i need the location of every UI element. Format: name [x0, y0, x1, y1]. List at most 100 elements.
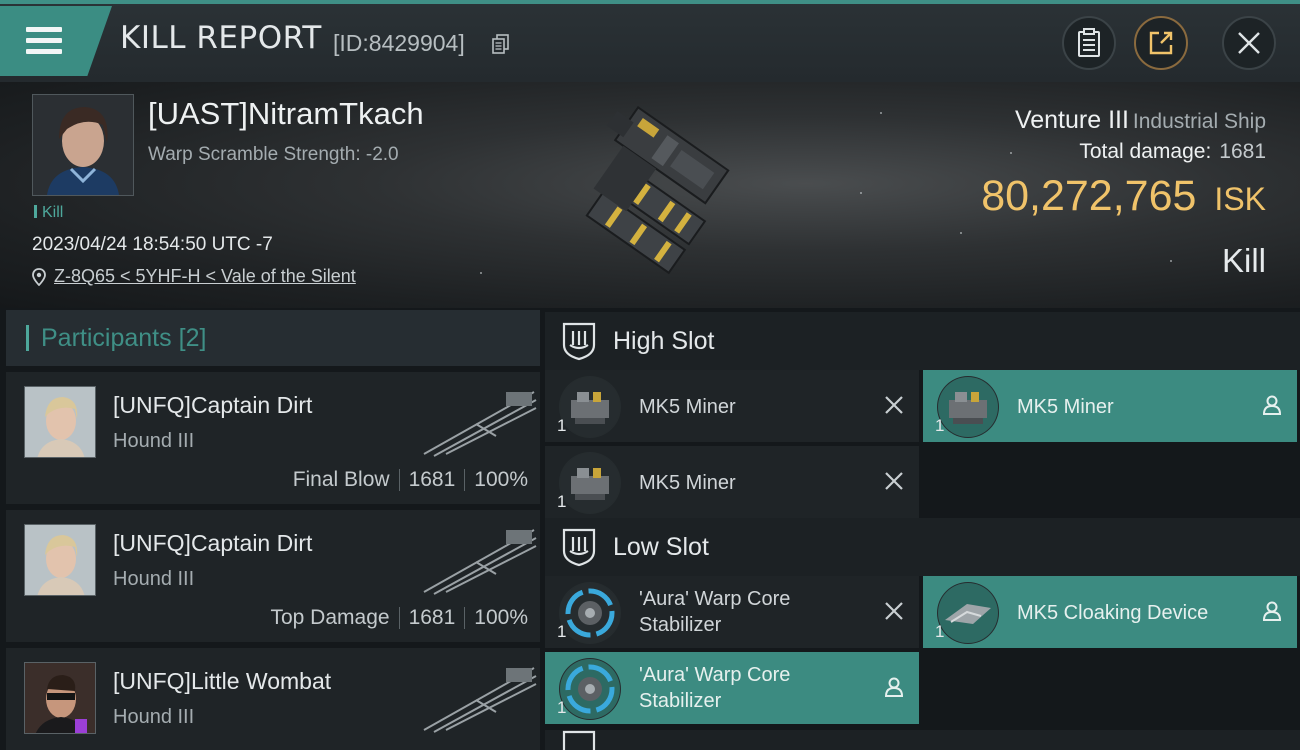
destroyed-x-icon — [885, 472, 903, 490]
module-quantity: 1 — [557, 622, 567, 641]
module-item[interactable]: 1 MK5 Miner — [545, 446, 919, 518]
module-name: MK5 Miner — [639, 396, 736, 418]
isk-currency: ISK — [1214, 181, 1266, 217]
copy-icon[interactable] — [492, 34, 510, 54]
ship-type: Venture III Industrial Ship — [1015, 106, 1266, 135]
module-name: MK5 Cloaking Device — [1017, 602, 1209, 624]
module-name: MK5 Miner — [1017, 396, 1114, 418]
ship-render[interactable] — [530, 90, 770, 300]
participant-name: [UNFQ]Captain Dirt — [113, 392, 313, 418]
module-quantity: 1 — [557, 698, 567, 717]
mining-laser-icon — [559, 376, 621, 438]
victim-banner: [UAST]NitramTkach Warp Scramble Strength… — [0, 82, 1300, 308]
fitting-panel: High Slot 1 MK5 Miner 1 MK5 Miner 1 MK5 … — [545, 310, 1300, 750]
participant-ship: Hound III — [113, 568, 195, 590]
low-slot-header: Low Slot — [545, 518, 1300, 576]
high-slot-label: High Slot — [613, 326, 715, 355]
module-item[interactable]: 1 MK5 Cloaking Device — [923, 576, 1297, 648]
high-slot-header: High Slot — [545, 312, 1300, 370]
header-accent-line — [0, 0, 1300, 4]
module-name: 'Aura' Warp Core Stabilizer — [639, 664, 791, 712]
module-name: 'Aura' Warp Core Stabilizer — [639, 588, 791, 636]
stat-label: Final Blow — [292, 468, 390, 491]
stat-damage: 1681 — [408, 468, 456, 491]
module-item[interactable]: 1 'Aura' Warp Core Stabilizer — [545, 576, 919, 648]
participant-row[interactable]: [UNFQ]Captain Dirt Hound III Top Damage … — [6, 510, 540, 642]
menu-button[interactable] — [0, 6, 112, 76]
close-button[interactable] — [1222, 16, 1276, 70]
report-button[interactable] — [1062, 16, 1116, 70]
person-icon — [884, 677, 904, 697]
kill-tag: Kill — [34, 204, 63, 222]
module-quantity: 1 — [935, 416, 945, 435]
participant-avatar[interactable] — [24, 386, 96, 458]
ship-silhouette-icon — [423, 529, 537, 595]
ship-name: Venture III — [1014, 106, 1129, 134]
report-id: [ID:8429904] — [333, 30, 465, 56]
module-item[interactable]: 1 MK5 Miner — [923, 370, 1297, 442]
destroyed-x-icon — [885, 602, 903, 620]
hamburger-icon — [26, 27, 62, 55]
participant-stats: Top Damage 1681 100% — [270, 606, 528, 630]
participant-row[interactable]: [UNFQ]Little Wombat Hound III — [6, 648, 540, 750]
total-damage: Total damage: 1681 — [1079, 140, 1266, 164]
warp-core-stabilizer-icon — [559, 582, 621, 644]
stat-damage: 1681 — [408, 606, 456, 629]
warp-core-stabilizer-icon — [559, 658, 621, 720]
module-quantity: 1 — [557, 416, 567, 435]
portrait-icon — [33, 95, 133, 195]
ship-silhouette-icon — [423, 667, 537, 733]
cloaking-device-icon — [937, 582, 999, 644]
mining-laser-icon — [937, 376, 999, 438]
low-slot-label: Low Slot — [613, 532, 709, 561]
ship-silhouette-icon — [423, 391, 537, 457]
isk-value: 80,272,765 ISK — [981, 172, 1266, 221]
total-damage-value: 1681 — [1219, 140, 1266, 163]
stat-percent: 100% — [474, 606, 528, 629]
destroyed-x-icon — [885, 396, 903, 414]
divider — [464, 469, 466, 491]
header-bar: KILL REPORT [ID:8429904] — [0, 0, 1300, 82]
location-pin-icon — [32, 267, 46, 286]
close-icon — [1238, 32, 1260, 54]
participants-header[interactable]: Participants [2] — [6, 310, 540, 366]
kill-datetime: 2023/04/24 18:54:50 UTC -7 — [32, 234, 273, 255]
location-link[interactable]: Z-8Q65 < 5YHF-H < Vale of the Silent — [32, 266, 356, 287]
share-button[interactable] — [1134, 16, 1188, 70]
portrait-icon — [25, 525, 95, 595]
module-item[interactable]: 1 MK5 Miner — [545, 370, 919, 442]
participant-ship: Hound III — [113, 430, 195, 452]
total-damage-label: Total damage: — [1079, 140, 1212, 163]
participant-stats: Final Blow 1681 100% — [293, 468, 528, 492]
header-accent-bar — [26, 325, 29, 351]
isk-amount: 80,272,765 — [981, 172, 1197, 220]
stat-percent: 100% — [474, 468, 528, 491]
location-text: Z-8Q65 < 5YHF-H < Vale of the Silent — [54, 266, 356, 286]
participant-ship: Hound III — [113, 706, 195, 728]
high-slot-icon — [562, 322, 596, 361]
participant-avatar[interactable] — [24, 662, 96, 734]
victim-name: [UAST]NitramTkach — [148, 96, 424, 131]
clipboard-icon — [1078, 28, 1100, 57]
ship-class: Industrial Ship — [1132, 110, 1266, 133]
mining-laser-icon — [559, 452, 621, 514]
module-quantity: 1 — [557, 492, 567, 511]
warp-scramble-strength: Warp Scramble Strength: -2.0 — [148, 144, 399, 165]
participant-avatar[interactable] — [24, 524, 96, 596]
page-title: KILL REPORT — [120, 20, 322, 56]
victim-avatar[interactable] — [32, 94, 134, 196]
participants-count: [2] — [178, 323, 207, 352]
stat-label: Top Damage — [270, 606, 390, 629]
next-slot-header — [545, 730, 1300, 750]
divider — [398, 607, 400, 629]
person-icon — [1262, 395, 1282, 415]
module-item[interactable]: 1 'Aura' Warp Core Stabilizer — [545, 652, 919, 724]
person-icon — [1262, 601, 1282, 621]
participant-row[interactable]: [UNFQ]Captain Dirt Hound III Final Blow … — [6, 372, 540, 504]
slot-icon — [562, 730, 596, 750]
low-slot-icon — [562, 528, 596, 567]
portrait-icon — [25, 387, 95, 457]
participants-label: Participants — [41, 323, 172, 352]
share-icon — [1149, 31, 1173, 55]
result-label: Kill — [1221, 242, 1266, 279]
